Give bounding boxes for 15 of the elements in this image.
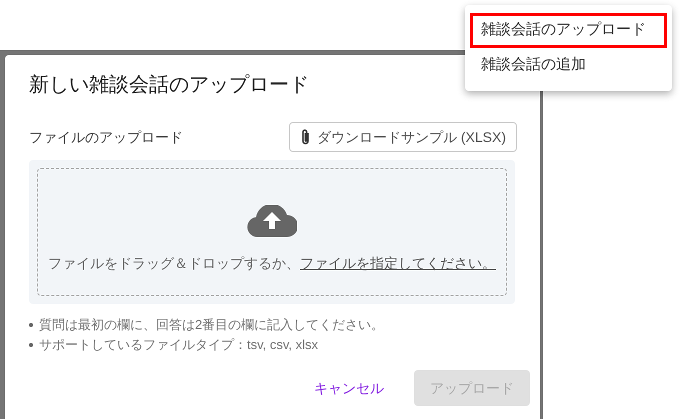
dropzone-text: ファイルをドラッグ＆ドロップするか、 bbox=[48, 255, 300, 271]
note-text: 質問は最初の欄に、回答は2番目の欄に記入してください。 bbox=[39, 316, 384, 334]
bullet-icon bbox=[29, 323, 33, 327]
cancel-button[interactable]: キャンセル bbox=[298, 370, 400, 406]
note-text: サポートしているファイルタイプ：tsv, csv, xlsx bbox=[39, 336, 318, 354]
choose-file-link[interactable]: ファイルを指定してください。 bbox=[300, 255, 496, 271]
cloud-upload-icon bbox=[247, 205, 297, 237]
dropzone[interactable]: ファイルをドラッグ＆ドロップするか、ファイルを指定してください。 bbox=[29, 160, 515, 304]
paperclip-icon bbox=[300, 128, 311, 146]
download-sample-button[interactable]: ダウンロードサンプル (XLSX) bbox=[288, 122, 517, 152]
menu-item[interactable]: 雑談会話の追加 bbox=[470, 48, 667, 83]
bullet-icon bbox=[29, 343, 33, 347]
menu-item[interactable]: 雑談会話のアップロード bbox=[470, 13, 667, 48]
dialog-title: 新しい雑談会話のアップロード bbox=[29, 73, 310, 98]
section-label: ファイルのアップロード bbox=[29, 128, 183, 146]
